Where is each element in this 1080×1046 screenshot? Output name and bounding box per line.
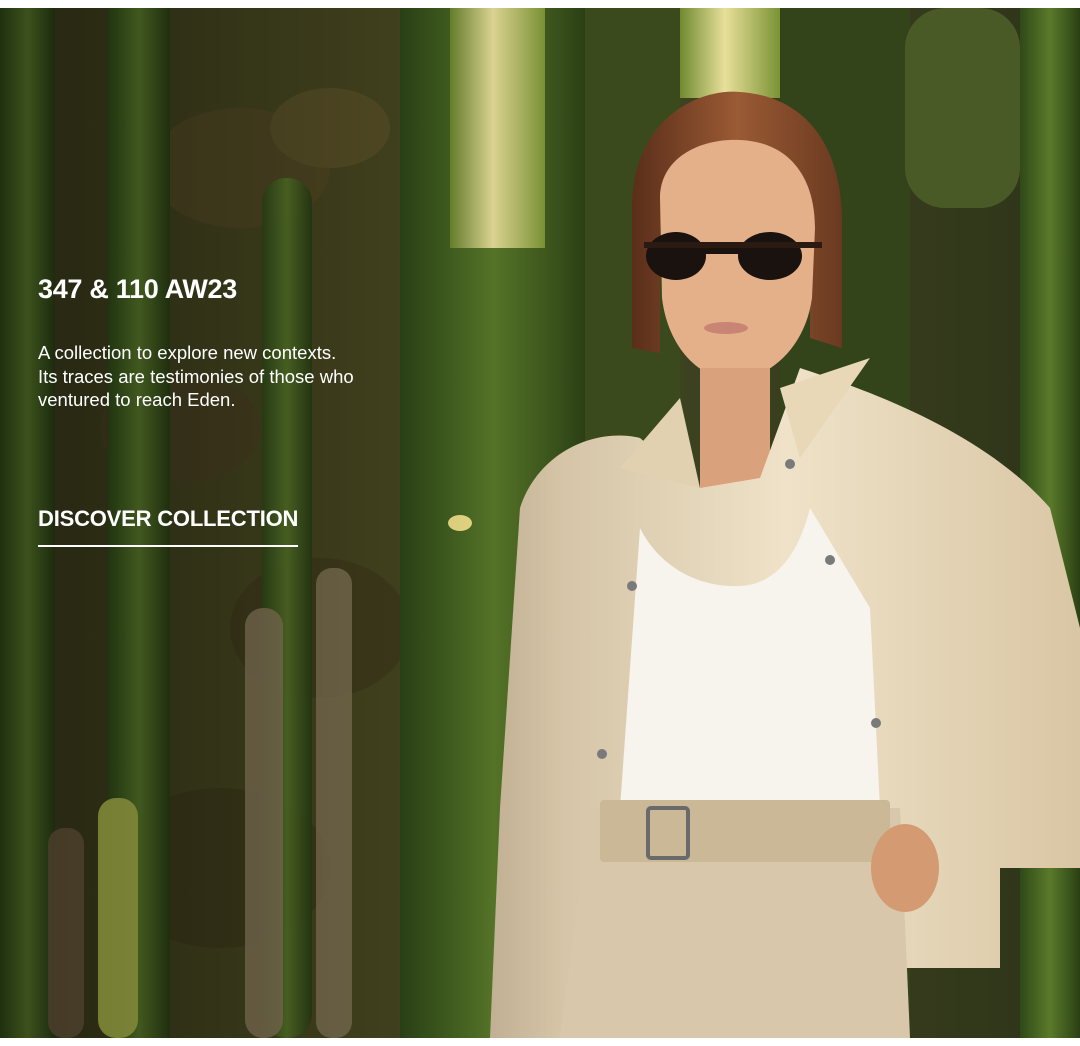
description-line: A collection to explore new contexts.	[38, 342, 337, 363]
discover-collection-link[interactable]: DISCOVER COLLECTION	[38, 505, 298, 549]
collection-title: 347 & 110 AW23	[38, 274, 237, 304]
collection-description: A collection to explore new contexts. It…	[38, 341, 438, 412]
cta-underline	[38, 545, 299, 547]
hero-banner: 347 & 110 AW23 A collection to explore n…	[0, 8, 1080, 1038]
description-line: Its traces are testimonies of those who	[38, 365, 354, 387]
description-line: ventured to reach Eden.	[38, 389, 236, 410]
discover-collection-label: DISCOVER COLLECTION	[38, 506, 299, 531]
